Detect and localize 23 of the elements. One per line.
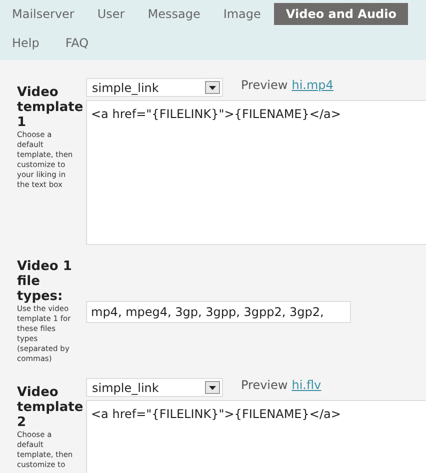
preview-label: Preview xyxy=(241,77,288,94)
nav-tab[interactable]: Image xyxy=(213,3,271,25)
template-textarea[interactable]: <a href="{FILELINK}">{FILENAME}</a> xyxy=(86,400,426,473)
setting-title: Video 1 file types: xyxy=(17,259,73,304)
select-value: simple_link xyxy=(92,80,159,96)
setting-title: Video template 2 xyxy=(17,385,82,430)
nav-tab[interactable]: User xyxy=(87,3,135,25)
nav-tab[interactable]: Video and Audio xyxy=(274,3,408,25)
nav-link[interactable]: FAQ xyxy=(55,34,99,52)
template-select[interactable]: simple_link xyxy=(86,378,223,397)
template-select[interactable]: simple_link xyxy=(86,78,223,97)
nav-tab[interactable]: Message xyxy=(138,3,210,25)
setting-title: Video template 1 xyxy=(17,85,82,130)
template-textarea[interactable]: <a href="{FILELINK}">{FILENAME}</a> xyxy=(86,100,426,245)
select-value: simple_link xyxy=(92,380,159,396)
preview-link[interactable]: hi.flv xyxy=(292,376,322,394)
preview-link[interactable]: hi.mp4 xyxy=(292,76,334,94)
nav-tab[interactable]: Mailserver xyxy=(2,3,84,25)
file-types-field[interactable]: mp4, mpeg4, 3gp, 3gpp, 3gpp2, 3gp2, xyxy=(86,300,351,322)
preview-label: Preview xyxy=(241,377,288,394)
dropdown-icon xyxy=(205,381,220,394)
dropdown-icon xyxy=(205,81,220,94)
nav-link[interactable]: Help xyxy=(2,34,50,52)
